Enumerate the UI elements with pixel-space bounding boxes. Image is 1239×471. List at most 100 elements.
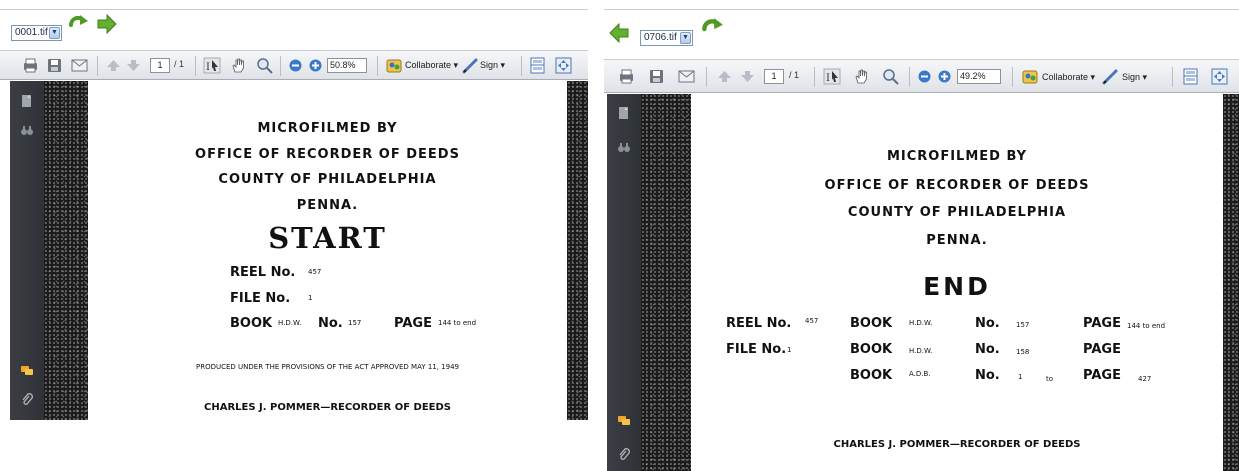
zoom-out-icon[interactable] — [288, 57, 303, 74]
zoom-in-icon[interactable] — [308, 57, 323, 74]
refresh-arrow-icon[interactable] — [700, 16, 724, 40]
refresh-arrow-icon[interactable] — [67, 13, 89, 35]
zoom-input[interactable]: 49.2% — [957, 69, 1001, 84]
toolbar-separator — [1012, 67, 1013, 87]
right-viewer: 0706.tif ▼ 1 / 1 I 49.2% Collaborate ▾ S… — [604, 0, 1239, 471]
chevron-down-icon[interactable]: ▼ — [680, 32, 691, 44]
page-label: PAGE — [1083, 316, 1121, 331]
collaborate-menu[interactable]: Collaborate ▾ — [1042, 72, 1095, 83]
page-total: / 1 — [174, 59, 185, 69]
collaborate-icon[interactable] — [385, 57, 403, 74]
top-divider — [0, 9, 588, 10]
save-icon[interactable] — [46, 57, 63, 74]
sign-icon[interactable] — [1102, 68, 1118, 85]
email-icon[interactable] — [677, 68, 696, 85]
page-value: 144 to end — [438, 319, 477, 327]
page-label: PAGE — [394, 316, 432, 331]
next-arrow-icon[interactable] — [96, 14, 118, 34]
sign-icon[interactable] — [462, 57, 478, 74]
reel-value: 457 — [308, 268, 322, 276]
book-no-label: No. — [318, 316, 343, 331]
select-tool-icon[interactable]: I — [823, 68, 841, 85]
file-label: FILE No. — [726, 342, 787, 357]
full-screen-icon[interactable] — [555, 57, 572, 74]
file-select-value: 0706.tif — [644, 32, 677, 43]
select-tool-icon[interactable]: I — [203, 57, 221, 74]
toolbar: 1 / 1 I 49.2% Collaborate ▾ Sign ▾ — [604, 59, 1239, 93]
pages-panel-icon[interactable] — [617, 106, 631, 120]
book-label: BOOK — [850, 316, 893, 331]
comments-icon[interactable] — [617, 414, 631, 428]
to-label: to — [1046, 375, 1054, 383]
hand-tool-icon[interactable] — [853, 68, 870, 85]
recorder-signature-line: CHARLES J. POMMER—RECORDER OF DEEDS — [204, 402, 451, 413]
no-label: No. — [975, 316, 1000, 331]
toolbar-separator — [97, 56, 98, 76]
fit-page-icon[interactable] — [1182, 68, 1199, 85]
no-value: 157 — [1016, 321, 1030, 329]
toolbar-separator — [280, 56, 281, 76]
toolbar-separator — [195, 56, 196, 76]
scan-border-right — [1223, 94, 1239, 471]
file-label: FILE No. — [230, 291, 291, 306]
comments-icon[interactable] — [20, 364, 34, 378]
print-icon[interactable] — [22, 57, 39, 74]
left-viewer: 0001.tif ▼ 1 / 1 I 50.8% Collaborate ▾ S… — [0, 0, 588, 471]
collaborate-menu[interactable]: Collaborate ▾ — [405, 60, 458, 71]
print-icon[interactable] — [618, 68, 635, 85]
hand-tool-icon[interactable] — [230, 57, 247, 74]
doc-line-microfilmed: MICROFILMED BY — [257, 121, 398, 136]
book-value: A.D.B. — [909, 370, 931, 378]
search-panel-icon[interactable] — [617, 140, 631, 154]
save-icon[interactable] — [648, 68, 665, 85]
page-number-input[interactable]: 1 — [764, 69, 784, 84]
doc-line-office: OFFICE OF RECORDER OF DEEDS — [195, 147, 460, 162]
marquee-zoom-icon[interactable] — [881, 68, 900, 85]
book-value: H.D.W. — [909, 347, 933, 355]
page-down-icon[interactable] — [740, 68, 755, 85]
file-select[interactable]: 0001.tif ▼ — [11, 25, 62, 41]
page-label: PAGE — [1083, 342, 1121, 357]
page-up-icon[interactable] — [717, 68, 732, 85]
zoom-in-icon[interactable] — [937, 68, 952, 85]
pages-panel-icon[interactable] — [20, 94, 34, 108]
no-label: No. — [975, 368, 1000, 383]
chevron-down-icon[interactable]: ▼ — [49, 27, 60, 39]
marquee-zoom-icon[interactable] — [255, 57, 274, 74]
reel-label: REEL No. — [726, 316, 792, 331]
doc-line-microfilmed: MICROFILMED BY — [886, 149, 1028, 164]
toolbar-separator — [706, 67, 707, 87]
scan-border-right — [567, 81, 588, 420]
collaborate-icon[interactable] — [1021, 68, 1039, 85]
page-down-icon[interactable] — [126, 57, 141, 74]
doc-line-county: COUNTY OF PHILADELPHIA — [218, 172, 437, 187]
page-value: 427 — [1138, 375, 1152, 383]
zoom-input[interactable]: 50.8% — [327, 58, 367, 73]
reel-label: REEL No. — [230, 265, 296, 280]
page-up-icon[interactable] — [106, 57, 121, 74]
fit-page-icon[interactable] — [529, 57, 546, 74]
email-icon[interactable] — [70, 57, 89, 74]
sign-menu[interactable]: Sign ▾ — [480, 60, 505, 71]
toolbar-separator — [1172, 67, 1173, 87]
file-select[interactable]: 0706.tif ▼ — [640, 30, 693, 46]
page-number-input[interactable]: 1 — [150, 58, 170, 73]
file-value: 1 — [787, 346, 792, 354]
attachments-icon[interactable] — [617, 448, 631, 462]
provisions-note: PRODUCED UNDER THE PROVISIONS OF THE ACT… — [196, 363, 459, 371]
scan-border-left — [641, 94, 691, 471]
sign-menu[interactable]: Sign ▾ — [1122, 72, 1147, 83]
page-total: / 1 — [789, 70, 800, 80]
doc-heading: END — [923, 272, 991, 301]
prev-arrow-icon[interactable] — [608, 23, 630, 43]
book-value: H.D.W. — [909, 319, 933, 327]
svg-text:I: I — [206, 62, 210, 73]
page-value: 144 to end — [1127, 322, 1166, 330]
attachments-icon[interactable] — [20, 393, 34, 407]
doc-line-penna: PENNA. — [926, 233, 988, 248]
full-screen-icon[interactable] — [1211, 68, 1228, 85]
toolbar-separator — [521, 56, 522, 76]
zoom-out-icon[interactable] — [917, 68, 932, 85]
search-panel-icon[interactable] — [20, 123, 34, 137]
no-value: 1 — [1018, 373, 1023, 381]
